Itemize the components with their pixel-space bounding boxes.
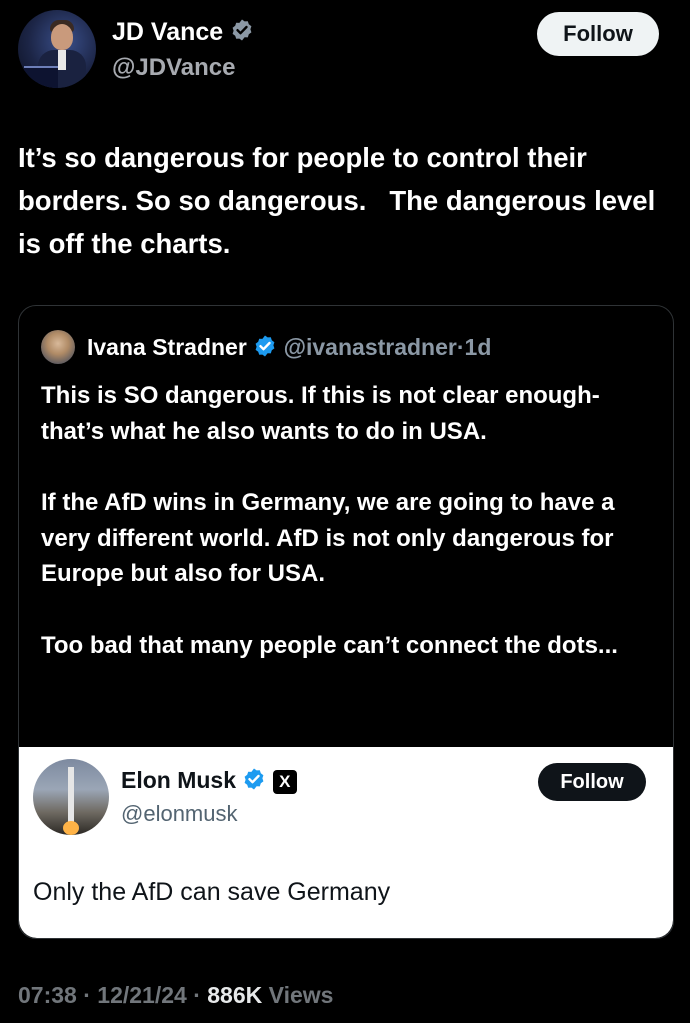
quote-body: This is SO dangerous. If this is not cle…: [41, 378, 661, 699]
dot-separator: ·: [193, 982, 201, 1008]
embedded-tweet-text: Only the AfD can save Germany: [33, 878, 391, 906]
author-handle[interactable]: @JDVance: [112, 54, 235, 82]
author-name[interactable]: JD Vance: [112, 18, 223, 46]
views-label: Views: [268, 982, 334, 1008]
quote-author-name[interactable]: Ivana Stradner: [87, 334, 247, 360]
verified-badge-icon: [230, 18, 254, 49]
dot-separator: ·: [456, 334, 465, 361]
quote-author-handle[interactable]: @ivanastradner: [284, 334, 457, 360]
quote-author-avatar[interactable]: [41, 330, 75, 364]
verified-badge-icon: [242, 767, 266, 797]
quote-header: Ivana Stradner @ivanastradner·1d: [87, 334, 491, 364]
verified-badge-icon: [253, 334, 277, 364]
embedded-author-name: Elon Musk: [121, 767, 237, 794]
quote-paragraph: Too bad that many people can’t connect t…: [41, 631, 618, 659]
author-name-row[interactable]: JD Vance: [112, 18, 254, 49]
quote-age: 1d: [464, 334, 492, 361]
quote-paragraph: This is SO dangerous. If this is not cle…: [41, 382, 600, 445]
quote-paragraph: If the AfD wins in Germany, we are going…: [41, 489, 615, 587]
embedded-author-avatar: [33, 759, 109, 835]
quote-tweet-card[interactable]: Ivana Stradner @ivanastradner·1d This is…: [18, 305, 674, 939]
tweet-time[interactable]: 07:38: [18, 982, 77, 1008]
follow-button[interactable]: Follow: [537, 12, 659, 56]
embedded-tweet-image[interactable]: Elon Musk X @elonmusk Follow Only the Af…: [19, 747, 673, 938]
tweet-text: It’s so dangerous for people to control …: [18, 142, 663, 259]
author-avatar[interactable]: [18, 10, 96, 88]
tweet-meta: 07:38 · 12/21/24 · 886K Views: [18, 982, 333, 1009]
embedded-name-row: Elon Musk X: [121, 767, 297, 797]
dot-separator: ·: [83, 982, 91, 1008]
x-logo-icon: X: [272, 770, 297, 794]
views-count: 886K: [207, 982, 263, 1008]
embedded-author-handle: @elonmusk: [121, 801, 238, 826]
tweet-date[interactable]: 12/21/24: [97, 982, 187, 1008]
embedded-follow-button: Follow: [538, 763, 646, 801]
